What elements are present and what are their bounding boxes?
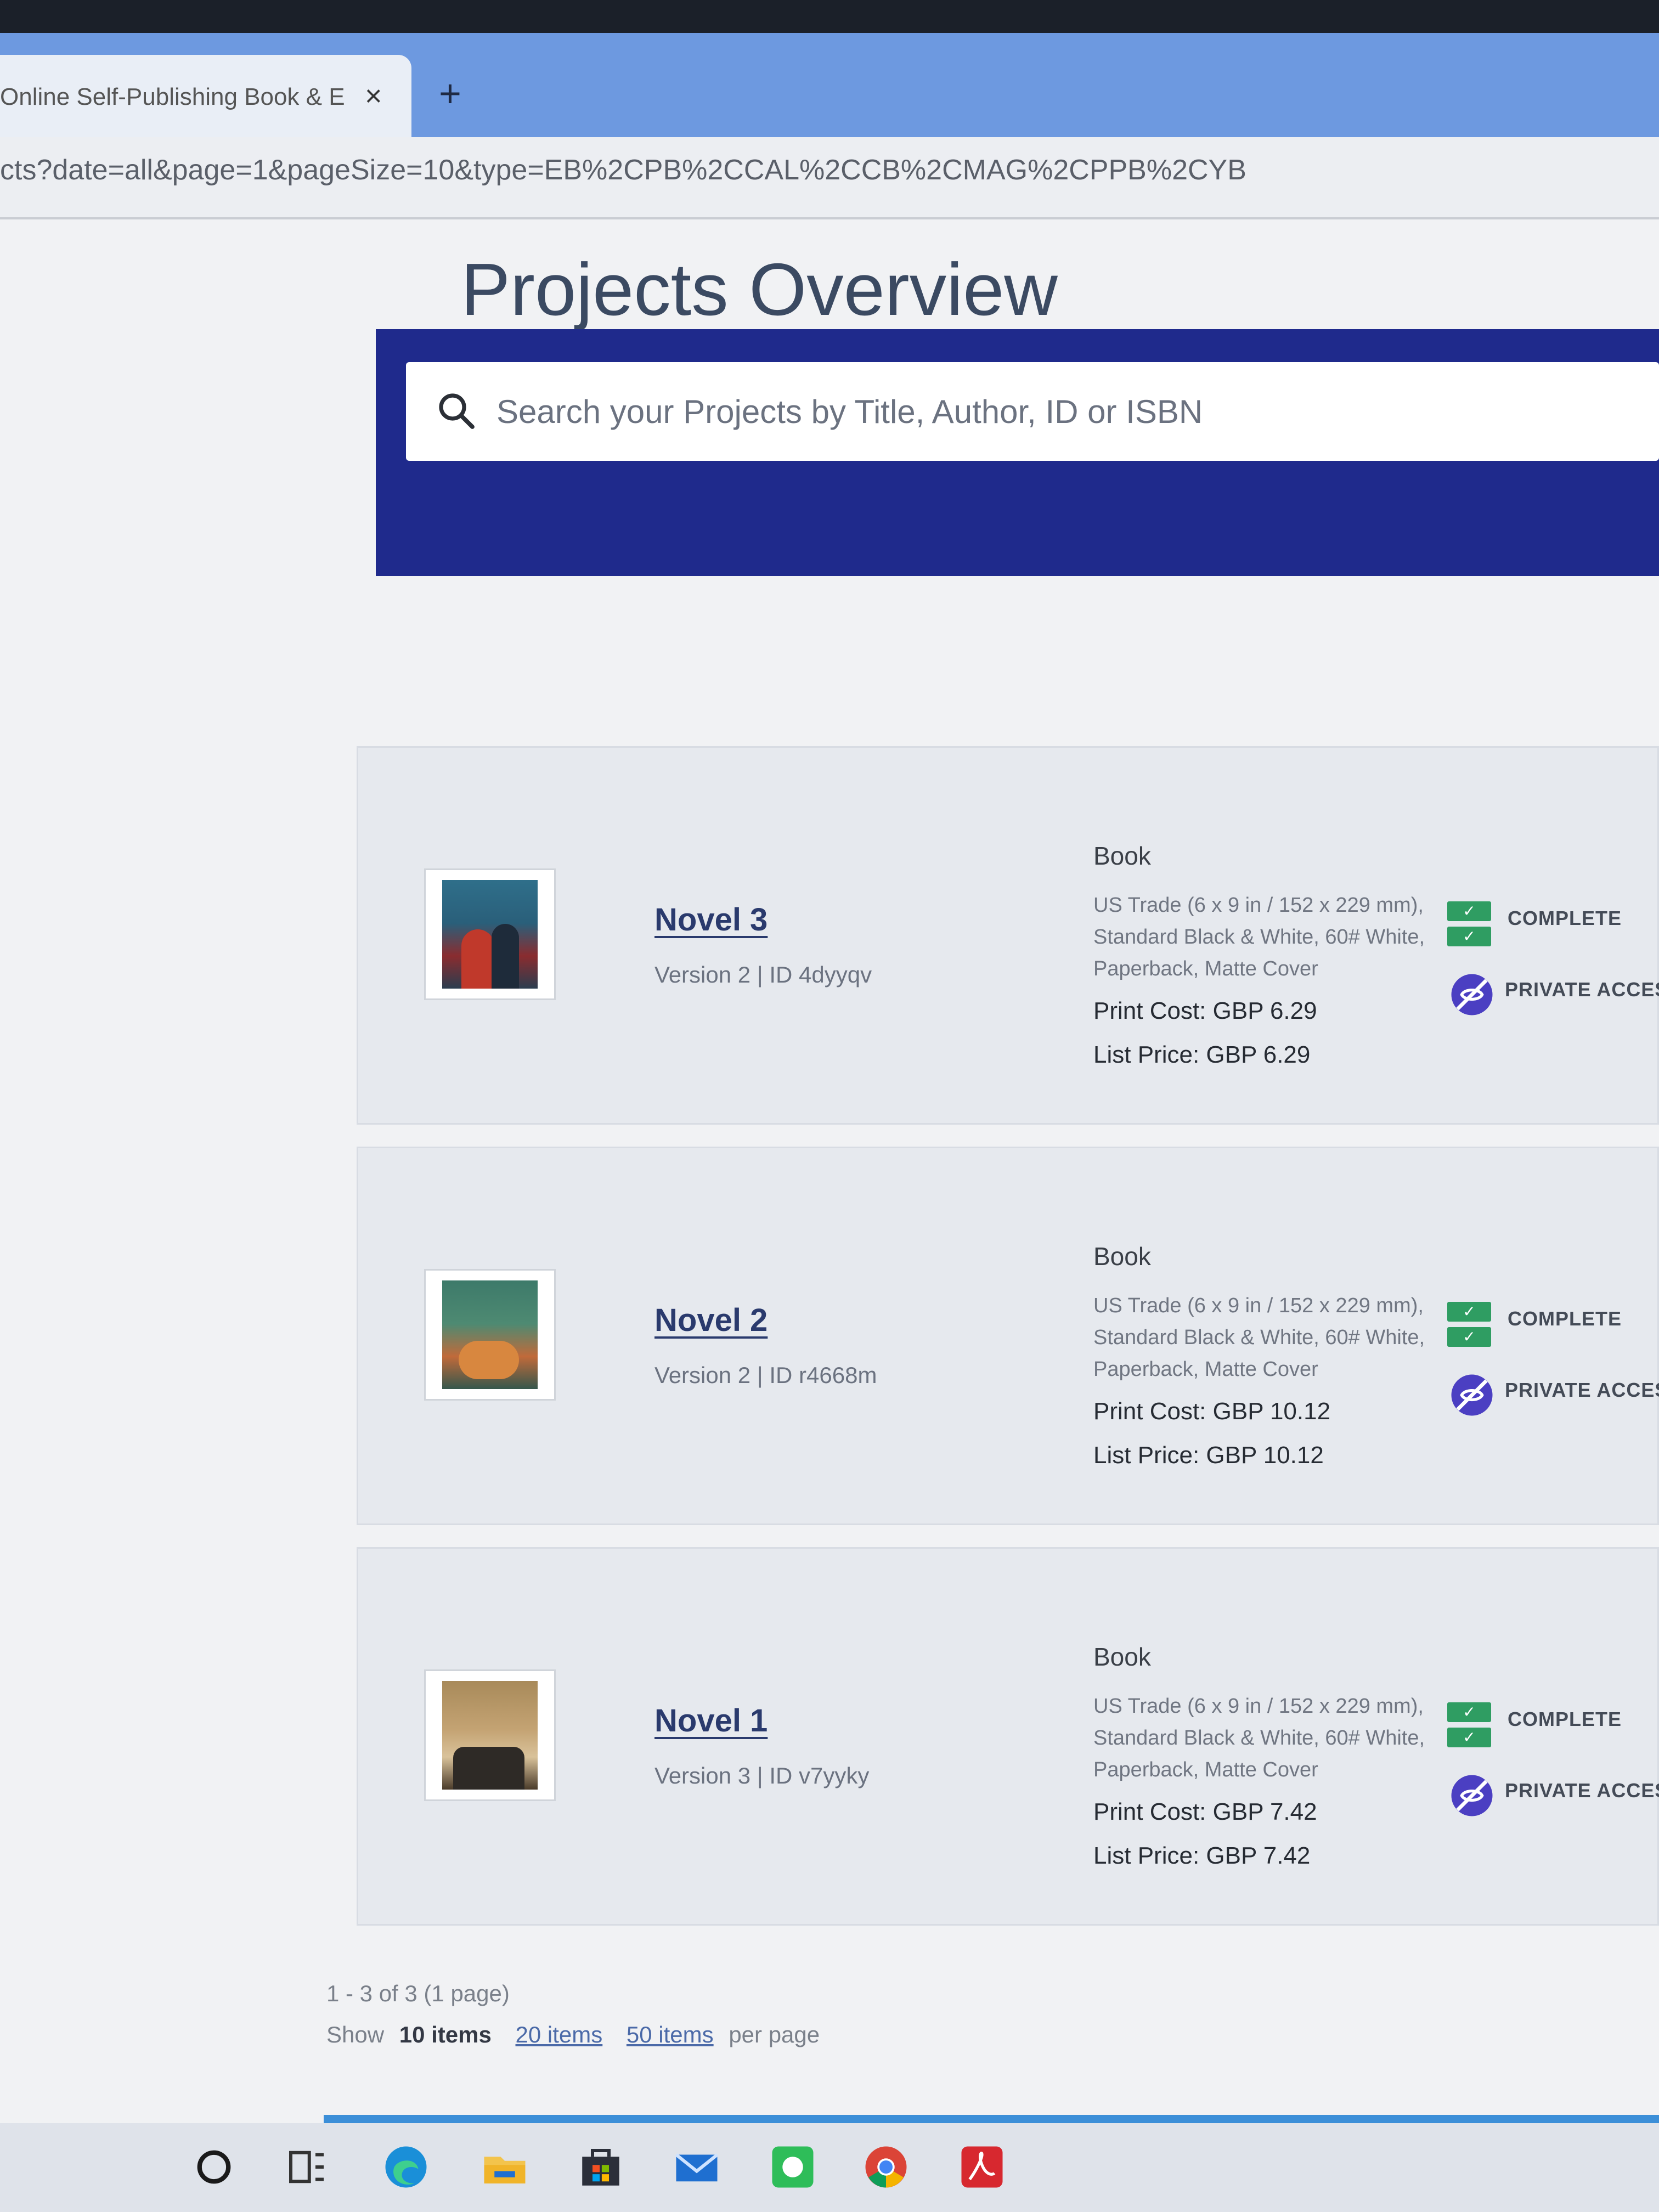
taskbar xyxy=(0,2123,1659,2212)
project-card: Novel 1 Version 3 | ID v7yyky Book US Tr… xyxy=(357,1547,1659,1926)
new-tab-button[interactable]: + xyxy=(439,71,461,115)
page-size-50-link[interactable]: 50 items xyxy=(627,2022,714,2047)
mail-icon[interactable] xyxy=(672,2142,721,2192)
project-title-link[interactable]: Novel 1 xyxy=(654,1702,768,1739)
access-badge: PRIVATE ACCESS xyxy=(1505,978,1659,1001)
show-label: Show xyxy=(326,2022,385,2047)
complete-check-icon: ✓ ✓ xyxy=(1447,901,1497,951)
print-cost: Print Cost: GBP 7.42 xyxy=(1093,1798,1317,1825)
file-explorer-icon[interactable] xyxy=(480,2142,529,2192)
project-type: Book xyxy=(1093,1643,1151,1671)
status-badge: COMPLETE xyxy=(1508,1307,1622,1330)
complete-check-icon: ✓ ✓ xyxy=(1447,1702,1497,1752)
search-icon xyxy=(439,393,475,429)
messaging-app-icon[interactable] xyxy=(768,2142,817,2192)
tab-title: Online Self-Publishing Book & E xyxy=(0,83,345,110)
acrobat-icon[interactable] xyxy=(957,2142,1007,2192)
edge-browser-icon[interactable] xyxy=(381,2142,431,2192)
book-cover[interactable] xyxy=(424,1269,556,1401)
project-version-id: Version 2 | ID 4dyyqv xyxy=(654,962,872,988)
list-price: List Price: GBP 10.12 xyxy=(1093,1442,1324,1469)
project-title-link[interactable]: Novel 3 xyxy=(654,901,768,938)
url-text[interactable]: cts?date=all&page=1&pageSize=10&type=EB%… xyxy=(0,154,1646,187)
book-cover[interactable] xyxy=(424,868,556,1000)
project-card: Novel 3 Version 2 | ID 4dyyqv Book US Tr… xyxy=(357,746,1659,1125)
list-price: List Price: GBP 7.42 xyxy=(1093,1842,1311,1869)
print-cost: Print Cost: GBP 10.12 xyxy=(1093,1398,1331,1425)
access-badge: PRIVATE ACCESS xyxy=(1505,1779,1659,1802)
search-box[interactable] xyxy=(406,362,1659,461)
footer-bar xyxy=(324,2115,1659,2123)
page-size-10[interactable]: 10 items xyxy=(399,2022,492,2047)
status-badge: COMPLETE xyxy=(1508,1708,1622,1730)
project-card: Novel 2 Version 2 | ID r4668m Book US Tr… xyxy=(357,1147,1659,1525)
access-badge: PRIVATE ACCESS xyxy=(1505,1379,1659,1401)
project-title-link[interactable]: Novel 2 xyxy=(654,1302,768,1339)
search-input[interactable] xyxy=(496,384,1594,439)
search-circle-icon[interactable] xyxy=(189,2142,239,2192)
tab-close-icon[interactable]: × xyxy=(365,79,382,113)
pagination-summary: 1 - 3 of 3 (1 page) xyxy=(326,1980,510,2006)
private-access-icon xyxy=(1451,974,1493,1015)
browser-tab[interactable]: Online Self-Publishing Book & E × xyxy=(0,55,411,137)
address-bar[interactable]: cts?date=all&page=1&pageSize=10&type=EB%… xyxy=(0,137,1659,219)
project-type: Book xyxy=(1093,1242,1151,1271)
task-view-icon[interactable] xyxy=(283,2142,332,2192)
browser-tab-bar: Online Self-Publishing Book & E × + xyxy=(0,33,1659,137)
project-specs: US Trade (6 x 9 in / 152 x 229 mm), Stan… xyxy=(1093,894,1425,980)
page-size-20-link[interactable]: 20 items xyxy=(516,2022,603,2047)
project-specs: US Trade (6 x 9 in / 152 x 229 mm), Stan… xyxy=(1093,1294,1425,1381)
project-specs: US Trade (6 x 9 in / 152 x 229 mm), Stan… xyxy=(1093,1695,1425,1781)
project-version-id: Version 2 | ID r4668m xyxy=(654,1362,877,1388)
store-icon[interactable] xyxy=(576,2142,625,2192)
private-access-icon xyxy=(1451,1374,1493,1416)
book-cover[interactable] xyxy=(424,1669,556,1801)
private-access-icon xyxy=(1451,1775,1493,1816)
project-type: Book xyxy=(1093,842,1151,870)
list-price: List Price: GBP 6.29 xyxy=(1093,1041,1311,1068)
page-size-selector: Show 10 items 20 items 50 items per page xyxy=(326,2022,820,2048)
page-title: Projects Overview xyxy=(461,248,1058,331)
per-page-label: per page xyxy=(729,2022,820,2047)
search-band xyxy=(376,329,1659,576)
complete-check-icon: ✓ ✓ xyxy=(1447,1302,1497,1351)
chrome-icon[interactable] xyxy=(861,2142,911,2192)
page-content: Projects Overview Novel 3 Version 2 | ID… xyxy=(0,219,1659,2123)
project-version-id: Version 3 | ID v7yyky xyxy=(654,1763,870,1788)
status-badge: COMPLETE xyxy=(1508,907,1622,929)
print-cost: Print Cost: GBP 6.29 xyxy=(1093,997,1317,1024)
